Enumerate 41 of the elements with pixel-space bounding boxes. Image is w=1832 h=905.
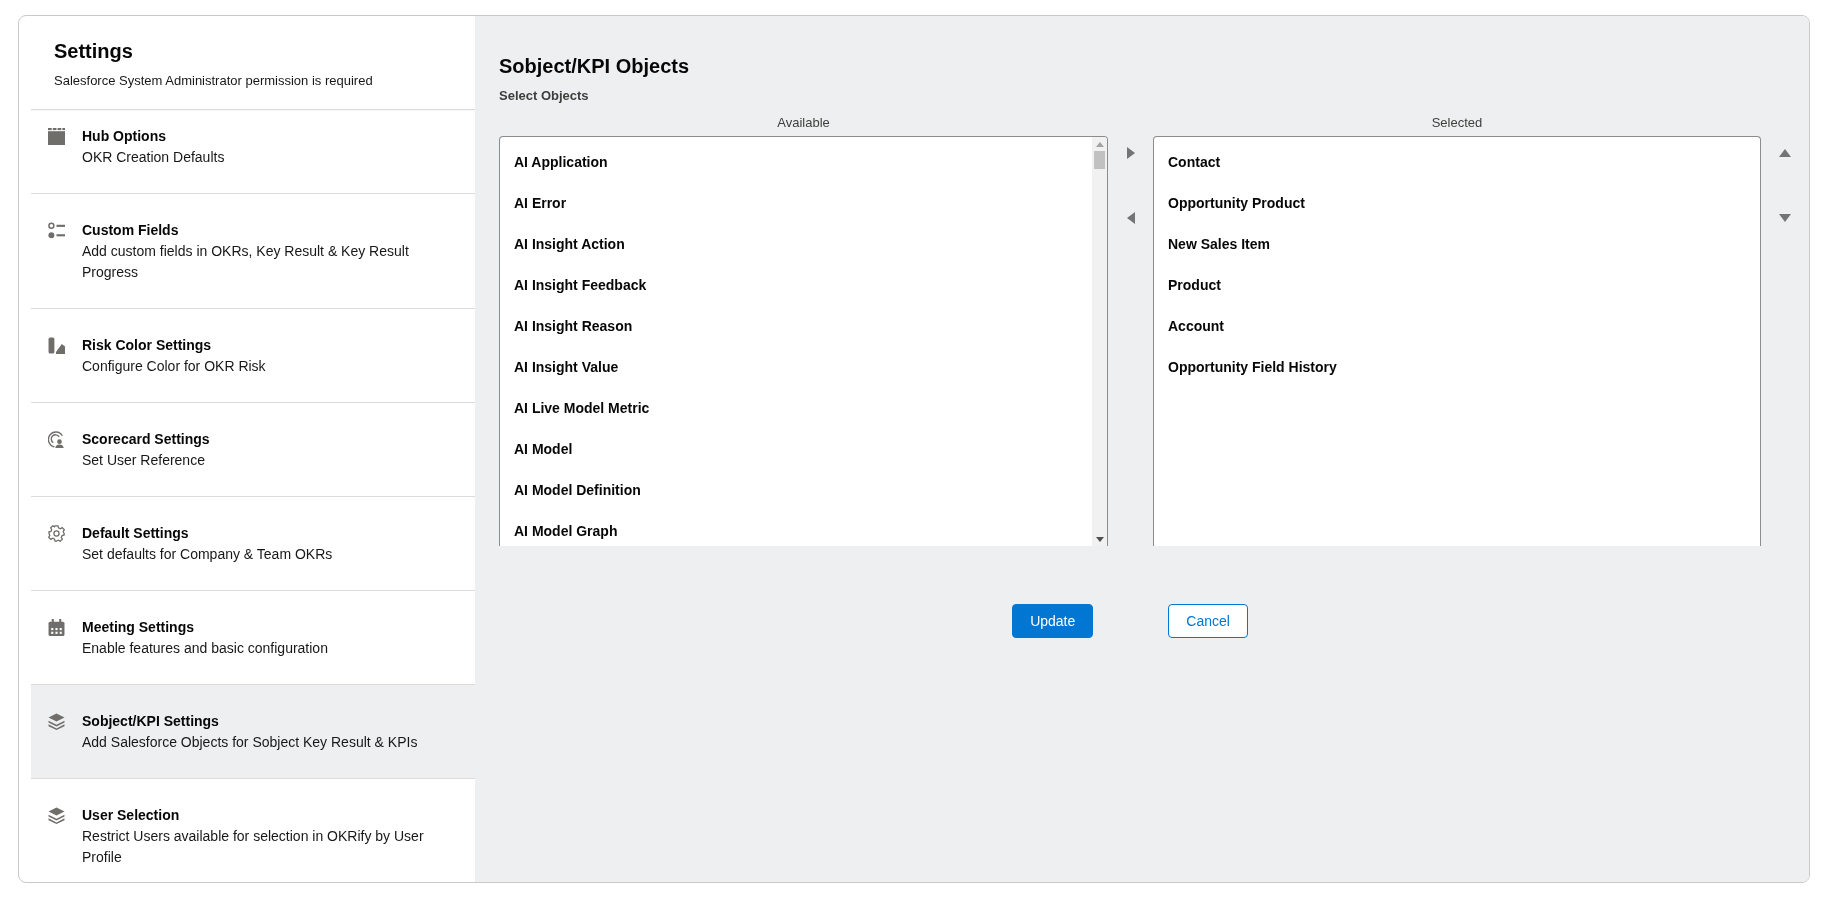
move-right-icon[interactable] [1126, 147, 1135, 159]
permission-note: Salesforce System Administrator permission is required [54, 72, 374, 90]
scrollbar-track[interactable] [1092, 137, 1107, 546]
scroll-up-icon[interactable] [1095, 142, 1104, 147]
scrollbar-thumb[interactable] [1094, 151, 1105, 169]
list-option[interactable]: Contact [1168, 152, 1221, 172]
list-option[interactable]: AI Model [514, 439, 573, 459]
list-option[interactable]: Account [1168, 316, 1224, 336]
scroll-down-icon[interactable] [1095, 537, 1104, 542]
list-icon [48, 222, 65, 239]
cancel-button[interactable]: Cancel [1168, 604, 1248, 638]
color-swatch-icon [48, 337, 65, 354]
list-option[interactable]: AI Model Definition [514, 480, 641, 500]
update-button[interactable]: Update [1012, 604, 1094, 638]
layers-icon [48, 807, 65, 824]
section-label: Select Objects [499, 88, 589, 104]
list-option[interactable]: New Sales Item [1168, 234, 1270, 254]
list-option[interactable]: AI Insight Reason [514, 316, 633, 336]
sidebar-item[interactable]: Sobject/KPI Settings Add Salesforce Objects for Sobject Key Result & KPIs [31, 684, 475, 778]
settings-title: Settings [54, 39, 134, 63]
list-option[interactable]: Product [1168, 275, 1221, 295]
clapperboard-icon [48, 128, 65, 145]
layers-icon [48, 713, 65, 730]
list-option[interactable]: AI Live Model Metric [514, 398, 650, 418]
move-left-icon[interactable] [1126, 212, 1135, 224]
calendar-icon [48, 619, 65, 636]
list-option[interactable]: Opportunity Field History [1168, 357, 1337, 377]
move-up-icon[interactable] [1779, 149, 1791, 157]
list-option[interactable]: AI Model Graph [514, 521, 618, 541]
target-user-icon [48, 431, 65, 448]
list-option[interactable]: AI Insight Feedback [514, 275, 647, 295]
page-title: Sobject/KPI Objects [499, 54, 690, 78]
list-option[interactable]: AI Insight Action [514, 234, 625, 254]
list-option[interactable]: AI Error [514, 193, 567, 213]
settings-icon [48, 525, 65, 542]
list-option[interactable]: AI Application [514, 152, 608, 172]
list-option[interactable]: AI Insight Value [514, 357, 619, 377]
list-label: Available [777, 115, 830, 131]
list-label: Selected [1431, 115, 1483, 131]
list-option[interactable]: Opportunity Product [1168, 193, 1305, 213]
move-down-icon[interactable] [1779, 214, 1791, 222]
